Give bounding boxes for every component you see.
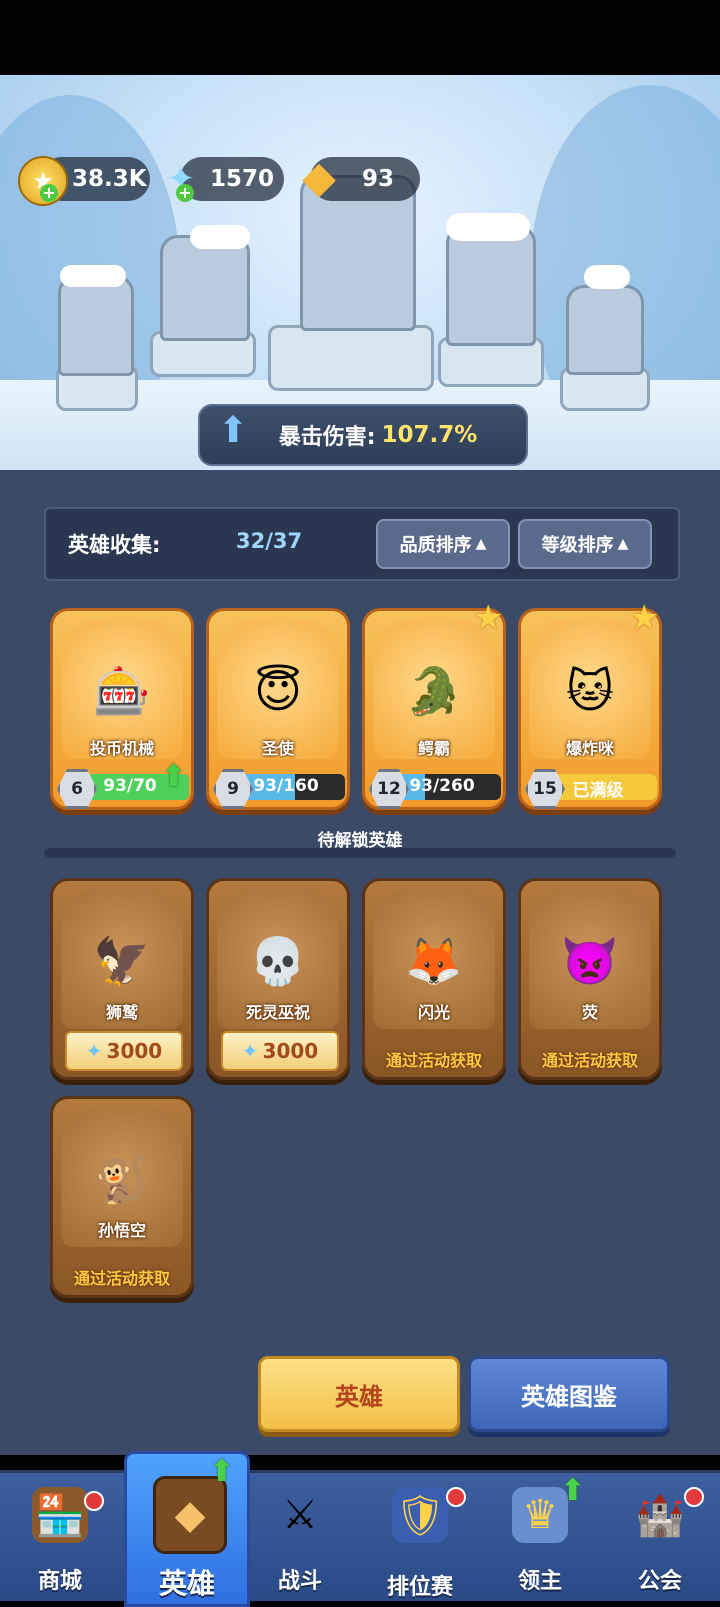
shop-icon: 🏪 <box>32 1487 88 1543</box>
angel-hero-icon: 😇 <box>254 664 302 718</box>
firefly-hero-icon: 👿 <box>561 933 619 988</box>
hero-name: 鳄霸 <box>417 739 450 758</box>
upgrade-arrow-icon: ⬆ <box>209 1454 235 1489</box>
obtain-via-event-label: 通过活动获取 <box>385 1051 482 1070</box>
nav-label: 排位赛 <box>386 1575 453 1600</box>
add-gold-icon[interactable]: + <box>40 184 58 202</box>
collection-label: 英雄收集: <box>68 533 161 557</box>
griffin-statue <box>160 235 250 341</box>
triangle-up-icon: ▲ <box>475 536 487 552</box>
sort-quality-button[interactable]: 品质排序 ▲ <box>376 519 510 569</box>
center-pedestal <box>268 325 434 391</box>
nav-label: 商城 <box>37 1569 82 1594</box>
crystal-icon: ✦ <box>241 1039 259 1063</box>
upgrade-arrow-icon: ⬆ <box>560 1473 586 1508</box>
hero-name: 爆炸咪 <box>565 739 614 758</box>
snow-cap <box>584 265 630 289</box>
monkey-king-hero-icon: 🐒 <box>93 1151 151 1206</box>
stat-label: 暴击伤害: <box>278 425 376 450</box>
locked-section-title: 待解锁英雄 <box>317 831 403 851</box>
star-icon: ★ <box>473 598 504 638</box>
hero-name: 闪光 <box>417 1003 450 1022</box>
nav-guild[interactable]: 🏰 公会 <box>600 1473 720 1601</box>
nav-ranked[interactable]: 🛡 排位赛 <box>360 1473 480 1601</box>
gold-crystal-amount: 93 <box>362 166 395 192</box>
status-bar <box>0 0 720 75</box>
gold-amount: 38.3K <box>72 166 147 192</box>
obtain-via-event-label: 通过活动获取 <box>73 1269 170 1288</box>
locked-hero-card[interactable]: 💀 死灵巫祝 ✦ 3000 <box>206 878 350 1080</box>
hero-name: 荧 <box>581 1003 598 1022</box>
snow-cap <box>60 265 126 287</box>
necromancer-hero-icon: 💀 <box>249 933 307 988</box>
hero-name: 投币机械 <box>89 739 154 758</box>
swords-icon: ⚔ <box>282 1492 318 1538</box>
nav-battle[interactable]: ⚔ 战斗 <box>240 1473 360 1601</box>
guild-castle-icon: 🏰 <box>635 1492 685 1539</box>
notification-dot <box>84 1491 104 1511</box>
hero-card[interactable]: 🎰 投币机械 93/70 6 ⬆ <box>50 608 194 810</box>
collection-count: 32/37 <box>236 529 303 553</box>
nav-lord[interactable]: ♛ ⬆ 领主 <box>480 1473 600 1601</box>
price-value: 3000 <box>262 1039 319 1063</box>
hero-card[interactable]: 🐱 爆炸咪 已满级 15 ★ <box>518 601 662 810</box>
ranked-shield-icon: 🛡 <box>392 1487 448 1543</box>
lightning-fox-hero-icon: 🦊 <box>405 933 463 988</box>
sort-quality-label: 品质排序 <box>399 535 472 556</box>
sort-level-label: 等级排序 <box>541 535 614 556</box>
nav-label: 领主 <box>517 1569 562 1594</box>
buy-button[interactable]: ✦ 3000 <box>65 1031 183 1071</box>
hero-card[interactable]: 🐊 鳄霸 93/260 12 ★ <box>362 601 506 810</box>
notification-dot <box>446 1487 466 1507</box>
slot-machine-robot-icon: 🎰 <box>93 663 151 718</box>
nav-heroes[interactable]: ◆ ⬆ 英雄 <box>124 1451 250 1607</box>
nav-shop[interactable]: 🏪 商城 <box>0 1473 120 1601</box>
hero-name: 孙悟空 <box>97 1221 146 1240</box>
locked-hero-card[interactable]: 🦅 狮鹫 ✦ 3000 <box>50 878 194 1080</box>
hero-codex-button[interactable]: 英雄图鉴 <box>468 1356 670 1432</box>
gold-crystal-icon: ◆ <box>302 151 336 203</box>
crystal-amount: 1570 <box>210 166 275 192</box>
up-arrow-icon: ⬆ <box>218 410 249 451</box>
price-value: 3000 <box>106 1039 163 1063</box>
locked-hero-card[interactable]: 👿 荧 通过活动获取 <box>518 878 662 1080</box>
locked-hero-card[interactable]: 🐒 孙悟空 通过活动获取 <box>50 1096 194 1298</box>
notification-dot <box>684 1487 704 1507</box>
hero-tab-button[interactable]: 英雄 <box>258 1356 460 1432</box>
nav-label: 英雄 <box>158 1567 215 1600</box>
hero-name: 狮鹫 <box>105 1003 138 1022</box>
hero-card[interactable]: 😇 圣使 93/160 9 <box>206 608 350 810</box>
robot-statue <box>58 275 134 376</box>
machine-statue <box>566 285 644 375</box>
snow-cap <box>190 225 250 249</box>
crit-damage-banner: ⬆ 暴击伤害: 107.7% <box>198 404 528 466</box>
obtain-via-event-label: 通过活动获取 <box>541 1051 638 1070</box>
bottom-nav: 🏪 商城 ◆ ⬆ 英雄 ⚔ 战斗 🛡 排位赛 ♛ ⬆ 领主 🏰 公会 <box>0 1451 720 1607</box>
snow-cap <box>446 213 530 241</box>
buy-button[interactable]: ✦ 3000 <box>221 1031 339 1071</box>
crocodile-hero-icon: 🐊 <box>405 663 463 718</box>
upgrade-arrow-icon[interactable]: ⬆ <box>161 759 186 794</box>
collection-bar: 英雄收集: 32/37 品质排序 ▲ 等级排序 ▲ <box>44 507 680 581</box>
hero-name: 圣使 <box>261 739 294 758</box>
nav-label: 公会 <box>637 1569 682 1594</box>
locked-hero-card[interactable]: 🦊 闪光 通过活动获取 <box>362 878 506 1080</box>
griffin-hero-icon: 🦅 <box>93 933 151 988</box>
add-crystal-icon[interactable]: + <box>176 184 194 202</box>
sort-level-button[interactable]: 等级排序 ▲ <box>518 519 652 569</box>
hooded-statue <box>446 225 536 346</box>
cat-bomber-icon: 🐱 <box>566 664 614 718</box>
crystal-icon: ✦ <box>85 1039 103 1063</box>
stat-value: 107.7% <box>381 422 478 448</box>
triangle-up-icon: ▲ <box>617 536 629 552</box>
nav-label: 战斗 <box>277 1569 322 1594</box>
star-icon: ★ <box>629 598 660 638</box>
hero-name: 死灵巫祝 <box>245 1003 310 1022</box>
